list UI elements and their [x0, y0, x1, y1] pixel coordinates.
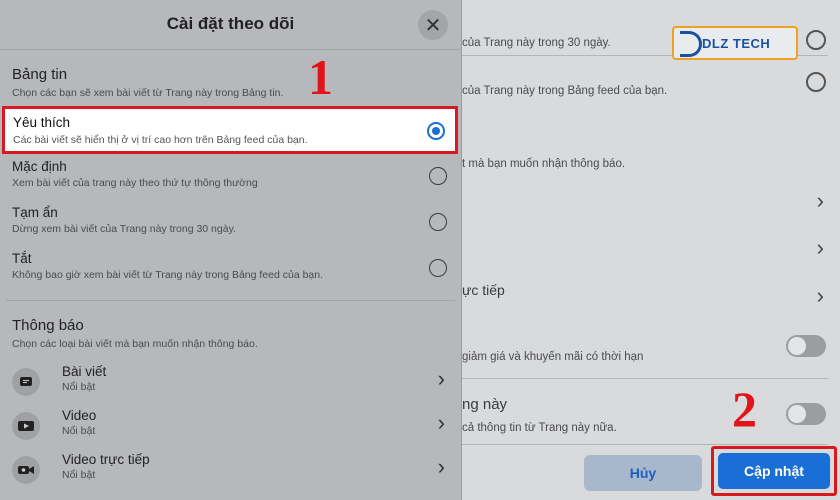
- bg-radio: [806, 72, 826, 92]
- radio-selected[interactable]: [427, 122, 445, 140]
- notification-text: Bài viết Nổi bật: [62, 364, 106, 393]
- close-icon: ✕: [424, 14, 442, 37]
- notification-text: Video trực tiếp Nổi bật: [62, 452, 150, 481]
- option-description: Không bao giờ xem bài viết từ Trang này …: [12, 269, 324, 281]
- option-description: Các bài viết sẽ hiển thị ở vị trí cao hơ…: [13, 134, 308, 146]
- step-1-annotation: 1: [308, 49, 333, 105]
- option-description: Xem bài viết của trang này theo thứ tự t…: [12, 177, 258, 189]
- notification-text: Video Nổi bật: [62, 408, 96, 437]
- notification-item-live-video[interactable]: Video trực tiếp Nổi bật ›: [12, 452, 449, 492]
- notification-sub: Nổi bật: [62, 425, 96, 437]
- close-button[interactable]: ✕: [418, 10, 448, 40]
- notification-item-video[interactable]: Video Nổi bật ›: [12, 408, 449, 448]
- section-divider: [6, 300, 455, 301]
- notification-sub: Nổi bật: [62, 381, 96, 393]
- bg-row: của Trang này trong Bảng feed của bạn.: [462, 85, 668, 97]
- option-label: Tắt: [12, 251, 32, 266]
- radio-button[interactable]: [429, 213, 447, 231]
- notification-label: Video: [62, 408, 97, 423]
- radio-button[interactable]: [429, 259, 447, 277]
- option-snooze[interactable]: Tạm ẩn Dừng xem bài viết của Trang này t…: [12, 205, 449, 235]
- option-default[interactable]: Mặc định Xem bài viết của trang này theo…: [12, 159, 449, 189]
- step-2-annotation: 2: [732, 381, 757, 437]
- chevron-right-icon: ›: [437, 454, 445, 479]
- update-button-highlight: Cập nhật: [711, 446, 837, 496]
- bg-chevron-right-icon: ›: [816, 188, 824, 213]
- notification-label: Video trực tiếp: [62, 452, 150, 467]
- notification-item-posts[interactable]: Bài viết Nổi bật ›: [12, 364, 449, 404]
- bg-toggle: [786, 335, 826, 357]
- chevron-right-icon: ›: [437, 366, 445, 391]
- bg-row: cả thông tin từ Trang này nữa.: [462, 422, 617, 434]
- bg-row: giảm giá và khuyến mãi có thời hạn: [462, 351, 644, 363]
- option-label: Mặc định: [12, 159, 67, 174]
- brand-logo: DLZ TECH: [672, 26, 798, 60]
- update-button[interactable]: Cập nhật: [718, 453, 830, 489]
- live-video-icon: [12, 456, 40, 484]
- bg-divider: [462, 444, 828, 445]
- option-off[interactable]: Tắt Không bao giờ xem bài viết từ Trang …: [12, 251, 449, 281]
- bg-toggle: [786, 403, 826, 425]
- bg-row: t mà bạn muốn nhận thông báo.: [462, 158, 626, 170]
- bg-chevron-right-icon: ›: [816, 283, 824, 308]
- post-icon: [12, 368, 40, 396]
- notification-sub: Nổi bật: [62, 469, 96, 481]
- option-label: Yêu thích: [13, 115, 71, 130]
- bg-chevron-right-icon: ›: [816, 235, 824, 260]
- option-description: Dừng xem bài viết của Trang này trong 30…: [12, 223, 236, 235]
- notifications-section-title: Thông báo: [12, 317, 84, 334]
- logo-text: DLZ TECH: [702, 35, 771, 51]
- option-favorite[interactable]: Yêu thích Các bài viết sẽ hiển thị ở vị …: [2, 106, 458, 154]
- feed-section-title: Bảng tin: [12, 66, 68, 83]
- follow-settings-dialog: Cài đặt theo dõi ✕ Bảng tin Chọn các bạn…: [0, 0, 462, 500]
- option-label: Tạm ẩn: [12, 205, 58, 220]
- dialog-title: Cài đặt theo dõi: [166, 14, 295, 33]
- video-icon: [12, 412, 40, 440]
- radio-button[interactable]: [429, 167, 447, 185]
- chevron-right-icon: ›: [437, 410, 445, 435]
- cancel-button[interactable]: Hủy: [584, 455, 702, 491]
- bg-radio: [806, 30, 826, 50]
- notification-label: Bài viết: [62, 364, 107, 379]
- bg-row: ng này: [462, 396, 508, 413]
- bg-divider: [462, 378, 828, 379]
- notifications-section-subtitle: Chọn các loại bài viết mà bạn muốn nhận …: [12, 338, 258, 350]
- feed-section-subtitle: Chọn các bạn sẽ xem bài viết từ Trang nà…: [12, 87, 284, 99]
- dialog-header: Cài đặt theo dõi ✕: [0, 0, 461, 50]
- bg-row: ực tiếp: [462, 282, 505, 298]
- logo-mark-icon: [680, 31, 702, 57]
